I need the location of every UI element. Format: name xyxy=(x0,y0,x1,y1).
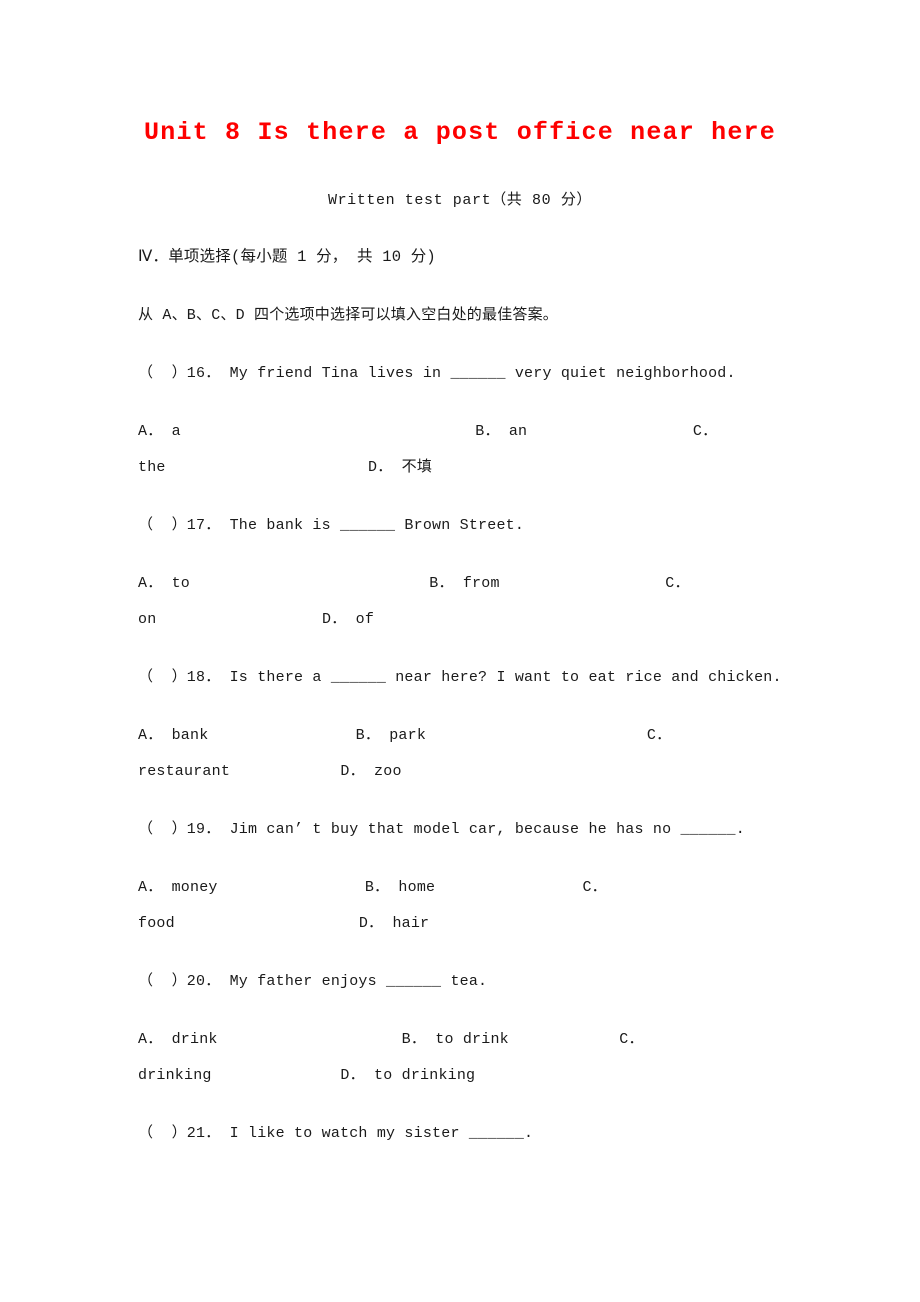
question-stem-16: （ ）16． My friend Tina lives in ______ ve… xyxy=(138,365,736,382)
question-options-16-line-2[interactable]: the D． 不填 xyxy=(138,455,432,476)
document-page: Unit 8 Is there a post office near here … xyxy=(0,0,920,1302)
question-options-20-line-2[interactable]: drinking D． to drinking xyxy=(138,1063,475,1084)
question-options-18-line-2[interactable]: restaurant D． zoo xyxy=(138,759,402,780)
question-stem-20: （ ）20． My father enjoys ______ tea. xyxy=(138,973,488,990)
section-instruction: 从 A、B、C、D 四个选项中选择可以填入空白处的最佳答案。 xyxy=(138,307,559,324)
question-stem-19: （ ）19． Jim can’ t buy that model car, be… xyxy=(138,821,745,838)
question-options-20-line-1[interactable]: A． drink B． to drink C． xyxy=(138,1027,644,1048)
page-title: Unit 8 Is there a post office near here xyxy=(144,118,776,147)
question-stem-18: （ ）18． Is there a ______ near here? I wa… xyxy=(138,669,782,686)
question-stem-17: （ ）17． The bank is ______ Brown Street. xyxy=(138,517,525,534)
question-options-16-line-1[interactable]: A． a B． an C． xyxy=(138,419,717,440)
question-options-17-line-1[interactable]: A． to B． from C． xyxy=(138,571,690,592)
question-options-18-line-1[interactable]: A． bank B． park C． xyxy=(138,723,671,744)
question-options-19-line-1[interactable]: A． money B． home C． xyxy=(138,875,607,896)
section-heading: Ⅳ．单项选择(每小题 1 分， 共 10 分) xyxy=(138,248,436,266)
question-options-19-line-2[interactable]: food D． hair xyxy=(138,911,429,932)
document-subtitle: Written test part（共 80 分） xyxy=(327,192,593,209)
question-stem-21: （ ）21． I like to watch my sister ______. xyxy=(138,1125,534,1142)
question-options-17-line-2[interactable]: on D． of xyxy=(138,607,374,628)
